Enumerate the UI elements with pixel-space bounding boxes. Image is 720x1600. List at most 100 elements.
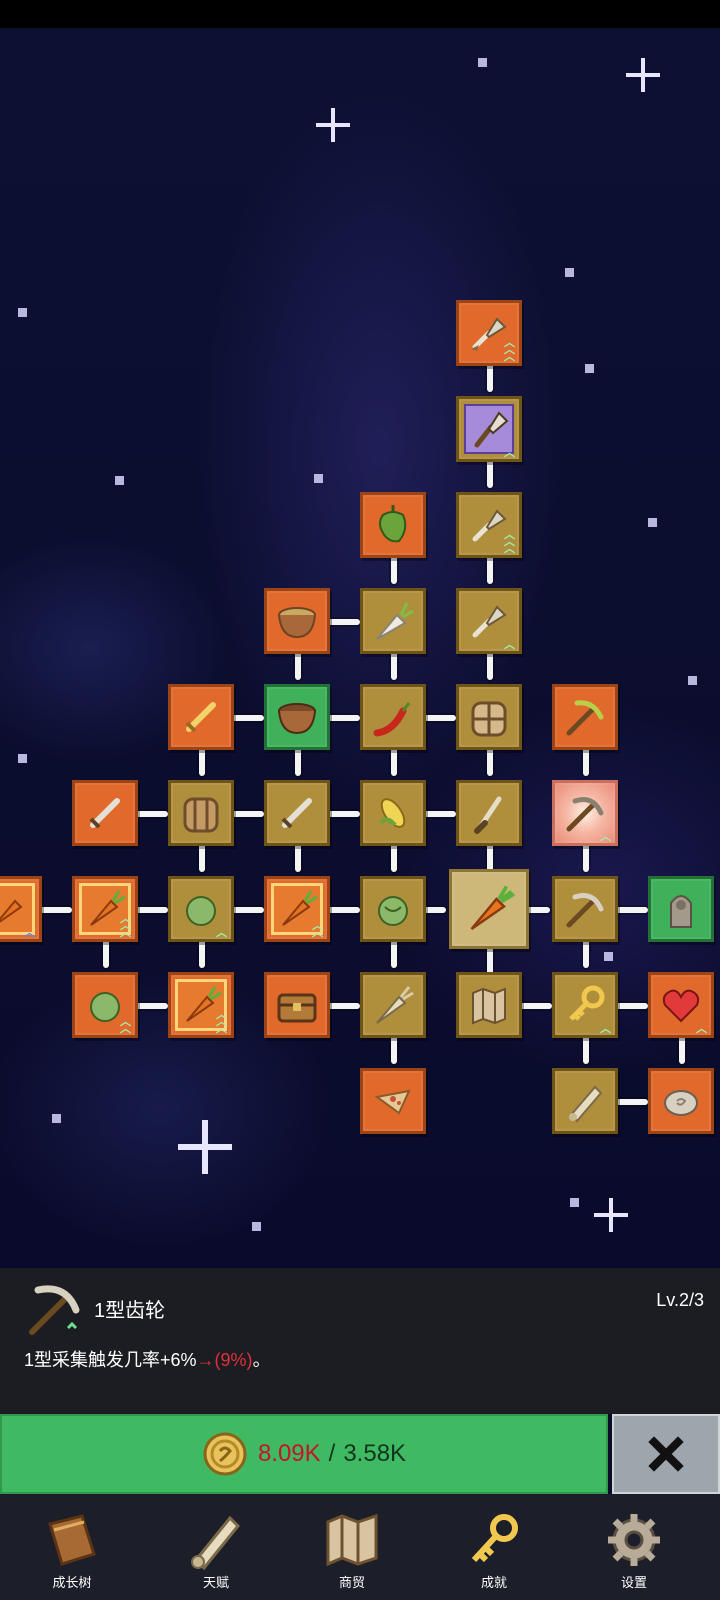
nav-trade[interactable]: 商贸 <box>280 1494 424 1600</box>
sparkle-star <box>316 108 350 142</box>
upgrade-arrows-icon: ︿ ︿ ︿ <box>216 1008 227 1035</box>
skill-node-cabbage[interactable] <box>360 876 426 942</box>
skill-node-shovel-rare[interactable]: ︿ <box>456 396 522 462</box>
star <box>688 676 697 685</box>
skill-node-carrot[interactable]: ︿ ︿ ︿ <box>72 876 138 942</box>
skill-node-corn[interactable] <box>360 780 426 846</box>
nav-label: 设置 <box>620 1575 647 1590</box>
skill-node-golden-pickaxe[interactable] <box>552 684 618 750</box>
skill-node-stone[interactable] <box>648 1068 714 1134</box>
tree-link <box>134 811 168 817</box>
skill-node-golden-sword[interactable] <box>168 684 234 750</box>
skill-node-cabbage[interactable]: ︿ ︿ <box>72 972 138 1038</box>
sword-icon <box>281 798 312 829</box>
skill-node-key[interactable]: ︿ <box>552 972 618 1038</box>
skill-node-backpack[interactable] <box>168 780 234 846</box>
skill-node-heart[interactable]: ︿ <box>648 972 714 1038</box>
sparkle-star <box>594 1198 628 1232</box>
tree-link <box>391 1034 397 1064</box>
skill-node-shovel[interactable]: ︿ ︿ ︿ <box>456 300 522 366</box>
tree-link <box>199 746 205 776</box>
nav-talent[interactable]: 天赋 <box>144 1494 288 1600</box>
skill-node-pickaxe-glowing[interactable]: ︿ <box>552 780 618 846</box>
upgrade-arrows-icon: ︿ ︿ <box>120 1015 131 1035</box>
tree-link <box>230 907 264 913</box>
upgrade-arrows-icon: ︿ ︿ ︿ <box>120 912 131 939</box>
star <box>252 1222 261 1231</box>
gear-icon <box>608 1514 660 1566</box>
nav-settings[interactable]: 设置 <box>562 1494 706 1600</box>
tree-link <box>326 619 360 625</box>
skill-node-map[interactable] <box>456 972 522 1038</box>
cabbage-icon <box>378 896 408 926</box>
skill-node-chili[interactable] <box>360 684 426 750</box>
carrot-icon <box>470 885 515 931</box>
corn-icon <box>379 798 406 828</box>
nav-label: 成就 <box>480 1575 507 1590</box>
nav-growth-tree[interactable]: 成长树 <box>0 1494 144 1600</box>
status-bar <box>0 0 720 28</box>
tree-link <box>518 1003 552 1009</box>
skill-node-sword[interactable] <box>264 780 330 846</box>
tree-link <box>422 715 456 721</box>
nav-label: 成长树 <box>52 1575 92 1590</box>
pizza-icon <box>374 1089 411 1115</box>
skill-node-parsnip[interactable] <box>360 972 426 1038</box>
tree-link <box>295 650 301 680</box>
tree-link <box>103 938 109 968</box>
skill-node-dagger[interactable] <box>456 780 522 846</box>
skill-node-shovel[interactable]: ︿ ︿ ︿ <box>456 492 522 558</box>
skill-node-sword[interactable] <box>72 780 138 846</box>
star <box>52 1114 61 1123</box>
stone-icon <box>664 1090 698 1116</box>
tree-link <box>38 907 72 913</box>
skill-node-radish[interactable] <box>360 588 426 654</box>
tree-link <box>295 842 301 872</box>
tree-link <box>199 842 205 872</box>
golden-pickaxe-icon <box>566 700 604 736</box>
skill-node-bowl[interactable] <box>264 684 330 750</box>
star <box>565 268 574 277</box>
skill-node-backpack[interactable] <box>456 684 522 750</box>
skill-node-scroll[interactable] <box>552 1068 618 1134</box>
skill-node-carrot[interactable]: ︿ ︿ <box>264 876 330 942</box>
tree-link <box>487 554 493 584</box>
nav-label: 天赋 <box>202 1575 229 1590</box>
chest-icon <box>277 993 317 1023</box>
map-icon <box>326 1513 378 1567</box>
upgrade-button[interactable]: 8.09K / 3.58K <box>0 1414 608 1494</box>
tree-link <box>583 842 589 872</box>
skill-node-cabbage[interactable]: ︿ <box>168 876 234 942</box>
upgrade-arrows-icon: ︿ ︿ ︿ <box>504 528 515 555</box>
star <box>604 952 613 961</box>
upgrade-arrow-icon: ︿ <box>696 1022 707 1035</box>
skill-node-pepper[interactable] <box>360 492 426 558</box>
close-button[interactable] <box>612 1414 720 1494</box>
skill-node-statue[interactable] <box>648 876 714 942</box>
skill-node-carrot[interactable]: ︿ <box>0 876 42 942</box>
skill-description: 1型采集触发几率+6%→(9%)。 <box>24 1346 271 1372</box>
upgrade-arrow-icon: ︿ <box>600 830 611 843</box>
star <box>18 308 27 317</box>
nav-achievement[interactable]: 成就 <box>422 1494 566 1600</box>
tree-link <box>295 746 301 776</box>
skill-node-carrot-selected[interactable] <box>449 869 529 949</box>
tree-link <box>614 907 648 913</box>
skill-node-shovel[interactable]: ︿ <box>456 588 522 654</box>
pickaxe-icon <box>566 893 604 928</box>
skill-node-pizza[interactable] <box>360 1068 426 1134</box>
tree-link <box>391 842 397 872</box>
skill-node-bowl[interactable] <box>264 588 330 654</box>
upgrade-cost: 3.58K <box>343 1440 407 1467</box>
skill-node-chest[interactable] <box>264 972 330 1038</box>
tree-link <box>326 715 360 721</box>
sword-icon <box>89 798 120 829</box>
skill-node-pickaxe[interactable] <box>552 876 618 942</box>
tree-link <box>583 1034 589 1064</box>
golden-sword-icon <box>185 702 216 733</box>
skill-effect: 1型采集触发几率+6% <box>24 1350 197 1370</box>
arrow-icon: → <box>196 1350 215 1370</box>
backpack-icon <box>183 797 219 833</box>
tree-link <box>487 458 493 488</box>
skill-node-carrot[interactable]: ︿ ︿ ︿ <box>168 972 234 1038</box>
